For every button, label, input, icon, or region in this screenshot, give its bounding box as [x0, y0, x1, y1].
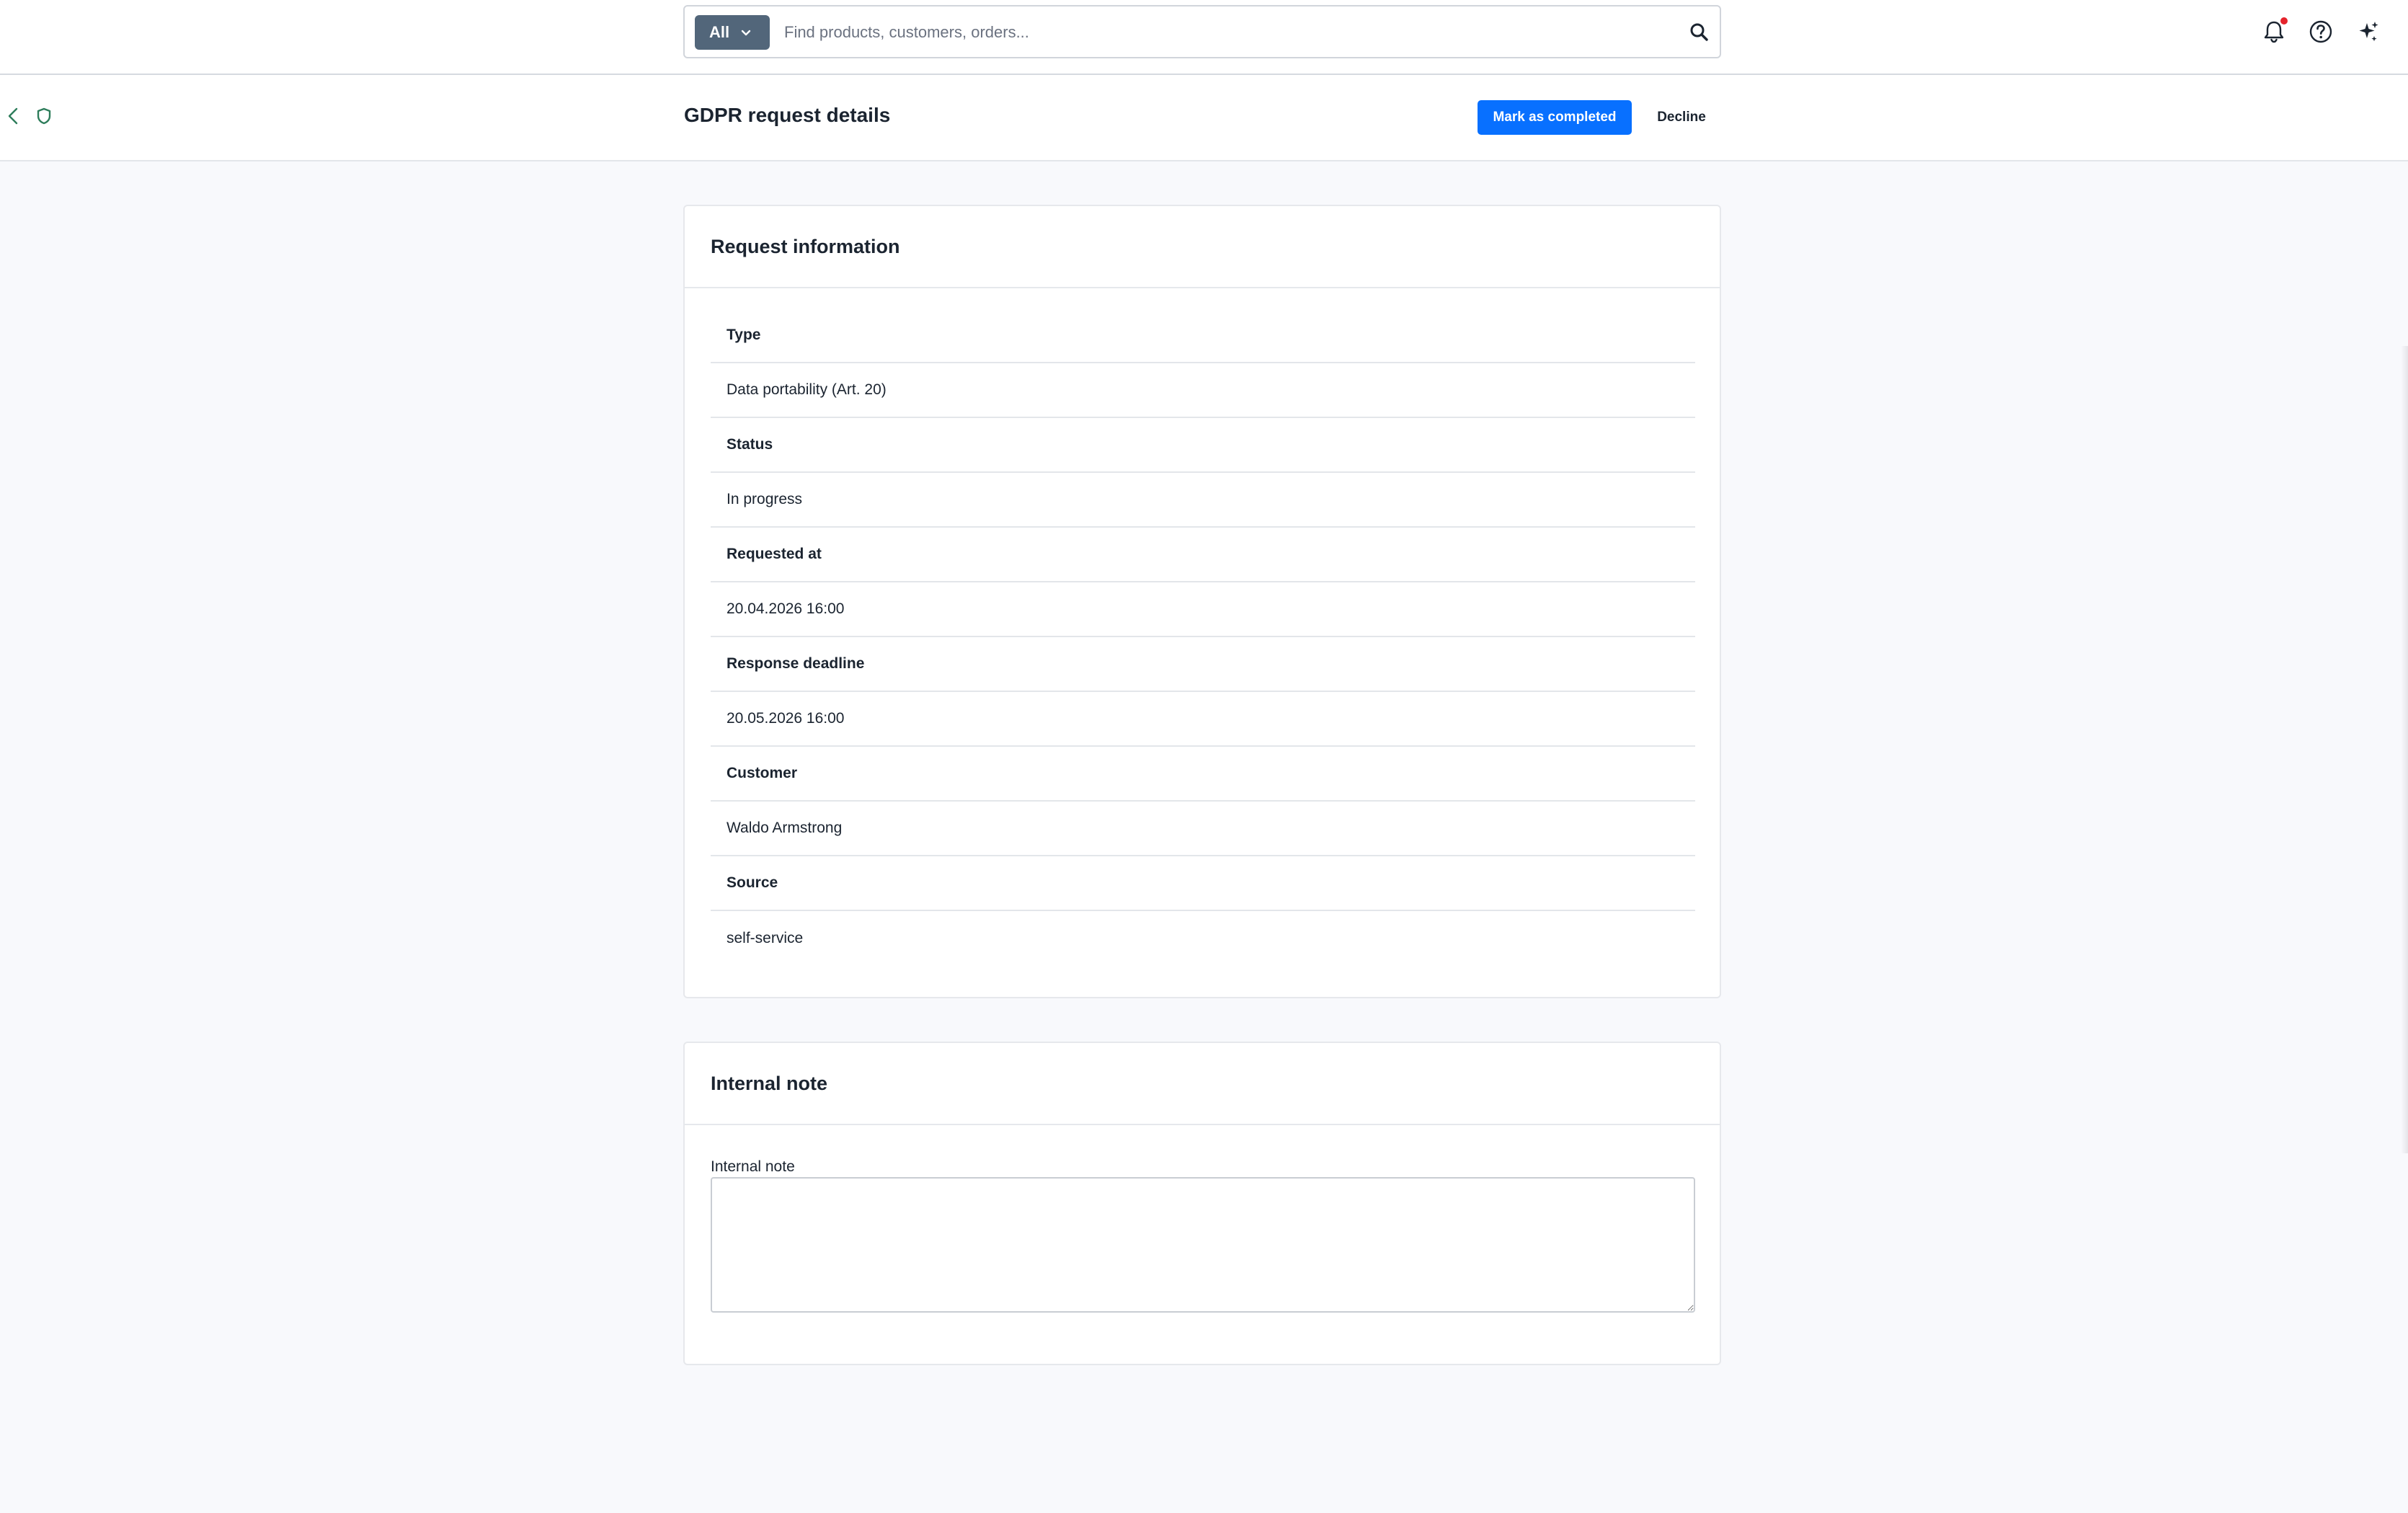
- field-value-customer: Waldo Armstrong: [711, 802, 1695, 856]
- field-label-customer: Customer: [711, 747, 1695, 802]
- search-input[interactable]: [784, 17, 1649, 48]
- card-title: Internal note: [685, 1043, 1720, 1125]
- field-label-type: Type: [711, 309, 1695, 363]
- page-header: [0, 75, 2408, 161]
- field-label-response-deadline: Response deadline: [711, 637, 1695, 692]
- global-search: All: [683, 5, 1721, 58]
- shield-icon: [37, 107, 51, 125]
- field-label-source: Source: [711, 856, 1695, 911]
- field-value-type: Data portability (Art. 20): [711, 363, 1695, 418]
- internal-note-label: Internal note: [711, 1158, 795, 1175]
- search-icon[interactable]: [1688, 21, 1711, 44]
- page-title: GDPR request details: [684, 104, 891, 126]
- field-value-requested-at: 20.04.2026 16:00: [711, 582, 1695, 637]
- chevron-down-icon: [741, 30, 751, 36]
- internal-note-card: Internal note Internal note: [683, 1042, 1721, 1365]
- field-label-status: Status: [711, 418, 1695, 473]
- request-information-card: Request information Type Data portabilit…: [683, 205, 1721, 998]
- back-arrow-icon[interactable]: [3, 105, 25, 127]
- card-title: Request information: [685, 206, 1720, 288]
- internal-note-textarea[interactable]: [711, 1177, 1695, 1313]
- side-panel-edge: [2401, 346, 2408, 1153]
- search-scope-dropdown[interactable]: All: [695, 15, 770, 50]
- notification-dot: [2280, 17, 2288, 25]
- field-label-requested-at: Requested at: [711, 528, 1695, 582]
- help-icon[interactable]: [2306, 17, 2335, 46]
- mark-as-completed-button[interactable]: Mark as completed: [1478, 100, 1632, 135]
- top-bar: All: [0, 0, 2408, 75]
- sparkle-icon[interactable]: [2354, 17, 2383, 46]
- field-value-response-deadline: 20.05.2026 16:00: [711, 692, 1695, 747]
- search-scope-label: All: [709, 23, 730, 41]
- request-info-list: Type Data portability (Art. 20) Status I…: [711, 309, 1695, 966]
- field-value-source: self-service: [727, 930, 804, 946]
- decline-button[interactable]: Decline: [1642, 100, 1721, 135]
- field-value-status: In progress: [711, 473, 1695, 528]
